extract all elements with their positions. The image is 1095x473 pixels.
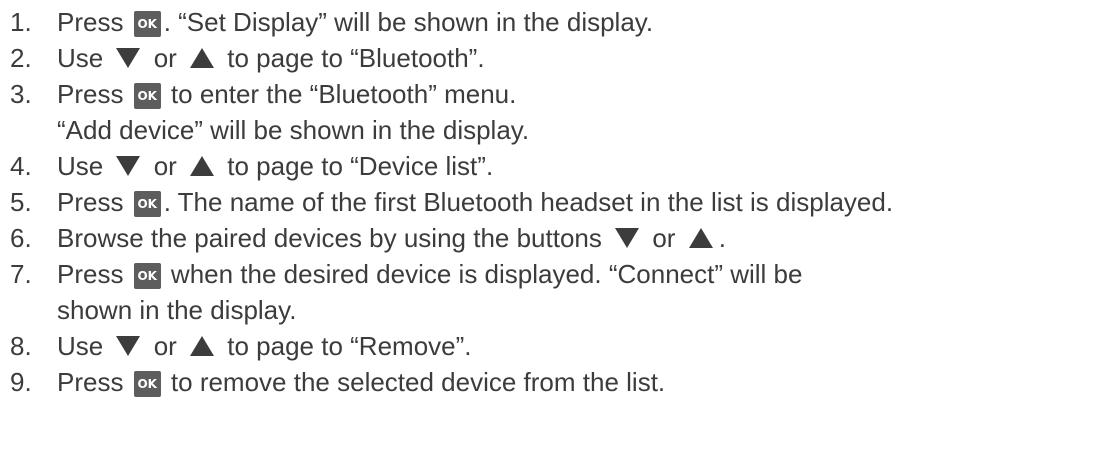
list-item: 3. Press OK to enter the “Bluetooth” men… [0,76,1095,148]
step-text: Press OK to enter the “Bluetooth” menu. … [57,79,530,145]
step-number: 2. [10,43,32,73]
arrow-up-icon [190,336,215,356]
step-number: 7. [10,259,32,289]
step-number: 9. [10,367,32,397]
ok-button-icon: OK [133,263,161,289]
step-text: Press OK. “Set Display” will be shown in… [57,7,654,37]
step-text: Press OK. The name of the first Bluetoot… [57,187,894,217]
list-item: 7. Press OK when the desired device is d… [0,256,1095,328]
step-text: Use or to page to “Device list”. [57,151,494,181]
list-item: 9. Press OK to remove the selected devic… [0,364,1095,400]
step-number: 6. [10,223,32,253]
arrow-down-icon [116,48,141,68]
list-item: 6. Browse the paired devices by using th… [0,220,1095,256]
step-number: 1. [10,7,32,37]
instruction-list: 1. Press OK. “Set Display” will be shown… [0,4,1095,400]
arrow-down-icon [116,336,141,356]
list-item: 8. Use or to page to “Remove”. [0,328,1095,364]
ok-button-icon: OK [133,191,161,217]
list-item: 4. Use or to page to “Device list”. [0,148,1095,184]
list-item: 5. Press OK. The name of the first Bluet… [0,184,1095,220]
arrow-up-icon [190,156,215,176]
step-text: Use or to page to “Remove”. [57,331,472,361]
list-item: 2. Use or to page to “Bluetooth”. [0,40,1095,76]
arrow-down-icon [116,156,141,176]
step-number: 5. [10,187,32,217]
ok-button-icon: OK [133,83,161,109]
step-number: 3. [10,79,32,109]
step-text: Use or to page to “Bluetooth”. [57,43,485,73]
ok-button-icon: OK [133,11,161,37]
arrow-up-icon [190,48,215,68]
step-text: Press OK when the desired device is disp… [57,259,803,325]
step-number: 4. [10,151,32,181]
ok-button-icon: OK [133,371,161,397]
step-text: Press OK to remove the selected device f… [57,367,666,397]
step-text: Browse the paired devices by using the b… [57,223,726,253]
list-item: 1. Press OK. “Set Display” will be shown… [0,4,1095,40]
arrow-up-icon [688,228,713,248]
step-number: 8. [10,331,32,361]
arrow-down-icon [615,228,640,248]
